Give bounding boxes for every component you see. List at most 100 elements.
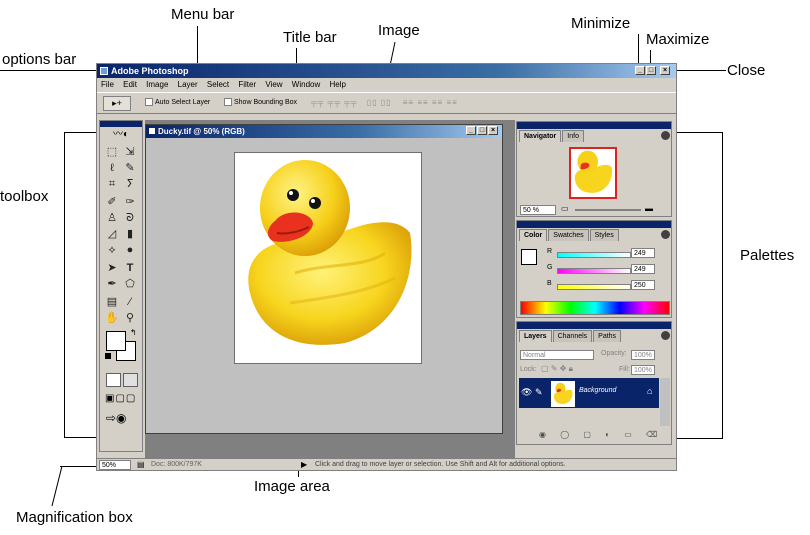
menu-select[interactable]: Select [207, 80, 229, 89]
eraser-tool-icon[interactable]: ◿ [104, 227, 120, 241]
menu-window[interactable]: Window [292, 80, 320, 89]
navigator-zoom-field[interactable]: 50 % [520, 205, 556, 215]
color-palette-header[interactable] [517, 221, 671, 228]
close-button[interactable]: × [660, 66, 670, 75]
tab-channels[interactable]: Channels [552, 330, 593, 342]
move-tool-icon[interactable]: ⇲ [122, 145, 138, 159]
palette-menu-arrow-icon[interactable] [661, 131, 670, 140]
type-tool-icon[interactable]: T [122, 261, 138, 275]
align-buttons[interactable]: ╤╤ ╤╤ ╤╤ ▯▯ ▯▯ ≡≡ ≡≡ ≡≡ ≡≡ [311, 98, 458, 107]
maximize-button[interactable]: □ [646, 66, 656, 75]
tab-color[interactable]: Color [519, 229, 548, 241]
quick-mask-icon[interactable] [123, 373, 138, 387]
r-value[interactable]: 249 [631, 248, 655, 258]
screen-mode-icons[interactable]: ▣▢▢ [105, 393, 136, 404]
menu-edit[interactable]: Edit [123, 80, 137, 89]
tab-styles[interactable]: Styles [589, 229, 619, 241]
doc-vertical-scroll[interactable] [492, 139, 502, 421]
adobe-online-icon[interactable]: 〰◐ [104, 129, 138, 141]
show-bounding-checkbox[interactable]: Show Bounding Box [224, 98, 297, 108]
brush-tool-icon[interactable]: ✑ [122, 195, 138, 209]
auto-select-checkbox[interactable]: Auto Select Layer [145, 98, 210, 108]
menu-view[interactable]: View [265, 80, 282, 89]
tab-swatches[interactable]: Swatches [548, 229, 589, 241]
lock-icons[interactable]: ▢ ✎ ✥ 🔒︎ [541, 364, 573, 374]
standard-mode-icon[interactable] [106, 373, 121, 387]
path-select-icon[interactable]: ➤ [104, 261, 120, 275]
b-value[interactable]: 250 [631, 280, 655, 290]
menu-help[interactable]: Help [329, 80, 345, 89]
slice-tool-icon[interactable]: ⵢ [122, 177, 138, 191]
color-spectrum-bar[interactable] [520, 301, 670, 315]
b-slider[interactable] [557, 284, 631, 290]
tab-layers[interactable]: Layers [519, 330, 552, 342]
foreground-color-swatch[interactable] [106, 331, 126, 351]
app-title-bar[interactable]: Adobe Photoshop _ □ × [97, 64, 676, 78]
lasso-tool-icon[interactable]: ℓ [104, 161, 120, 175]
default-colors-icon[interactable] [105, 353, 111, 359]
gradient-tool-icon[interactable]: ▮ [122, 227, 138, 241]
layer-row-background[interactable]: 👁︎ ✎ Background ⌂ [519, 378, 659, 408]
status-arrow-icon[interactable]: ▶ [301, 459, 307, 470]
jump-to-imageready-icon[interactable]: ⇨◉ [106, 411, 127, 425]
healing-brush-icon[interactable]: ✐ [104, 195, 120, 209]
tab-info[interactable]: Info [562, 130, 584, 142]
image-canvas[interactable] [234, 152, 422, 364]
zoom-slider[interactable] [575, 209, 641, 211]
blur-tool-icon[interactable]: ⟡ [104, 243, 120, 257]
toolbox-header [100, 121, 142, 127]
opacity-label: Opacity: [601, 350, 627, 357]
g-slider[interactable] [557, 268, 631, 274]
swap-colors-icon[interactable]: ↰ [130, 328, 137, 337]
navigator-palette-header[interactable] [517, 122, 671, 129]
hand-tool-icon[interactable]: ✋ [104, 311, 120, 325]
doc-maximize-button[interactable]: □ [477, 126, 487, 135]
show-bounding-label: Show Bounding Box [234, 99, 298, 106]
dodge-tool-icon[interactable]: ● [122, 243, 138, 257]
menu-layer[interactable]: Layer [178, 80, 198, 89]
menu-image[interactable]: Image [146, 80, 168, 89]
notes-tool-icon[interactable]: ▤ [104, 295, 120, 309]
doc-size-info[interactable]: Doc: 800K/797K [151, 459, 202, 470]
tab-navigator[interactable]: Navigator [519, 130, 562, 142]
eye-icon[interactable]: 👁︎ [521, 387, 532, 398]
navigator-thumbnail[interactable] [569, 147, 617, 199]
opacity-field[interactable]: 100% [631, 350, 655, 360]
tab-paths[interactable]: Paths [593, 330, 622, 342]
title-bar-callout: Title bar [283, 29, 337, 46]
crop-tool-icon[interactable]: ⌗ [104, 177, 120, 191]
doc-minimize-button[interactable]: _ [466, 126, 476, 135]
blend-mode-select[interactable]: Normal [520, 350, 594, 360]
document-title-bar[interactable]: Ducky.tif @ 50% (RGB) _ □ × [146, 125, 502, 138]
palette-menu-arrow-icon[interactable] [661, 331, 670, 340]
menu-filter[interactable]: Filter [238, 80, 256, 89]
zoom-in-icon[interactable]: ▬ [645, 204, 653, 213]
zoom-tool-icon[interactable]: ⚲ [122, 311, 138, 325]
pen-tool-icon[interactable]: ✒ [104, 277, 120, 291]
doc-close-button[interactable]: × [488, 126, 498, 135]
history-brush-icon[interactable]: ᘐ [122, 211, 138, 225]
magnification-box-callout: Magnification box [16, 509, 133, 526]
color-fg-swatch[interactable] [521, 249, 537, 265]
g-value[interactable]: 249 [631, 264, 655, 274]
minimize-button[interactable]: _ [635, 66, 645, 75]
magic-wand-icon[interactable]: ✎ [122, 161, 138, 175]
zoom-out-icon[interactable]: ▭ [561, 204, 569, 213]
layers-scrollbar[interactable] [660, 378, 670, 426]
eyedropper-tool-icon[interactable]: ⁄ [122, 295, 138, 309]
menu-file[interactable]: File [101, 80, 114, 89]
marquee-tool-icon[interactable]: ⬚ [104, 145, 120, 159]
r-slider[interactable] [557, 252, 631, 258]
palette-menu-arrow-icon[interactable] [661, 230, 670, 239]
shape-tool-icon[interactable]: ⬠ [122, 277, 138, 291]
fill-field[interactable]: 100% [631, 365, 655, 375]
minimize-callout: Minimize [571, 15, 631, 32]
toolbox-bracket-top [64, 132, 98, 133]
move-tool-icon: ▸+ [112, 98, 122, 108]
layers-palette-header[interactable] [517, 322, 671, 329]
tool-preset-picker[interactable]: ▸+ [103, 96, 131, 111]
layers-bottom-icons[interactable]: ◉ ◯ ▢ ◐ ▭ ⌫ [539, 430, 663, 439]
close-callout: Close [727, 62, 766, 79]
stamp-tool-icon[interactable]: ♙ [104, 211, 120, 225]
magnification-box[interactable]: 50% [99, 460, 131, 470]
